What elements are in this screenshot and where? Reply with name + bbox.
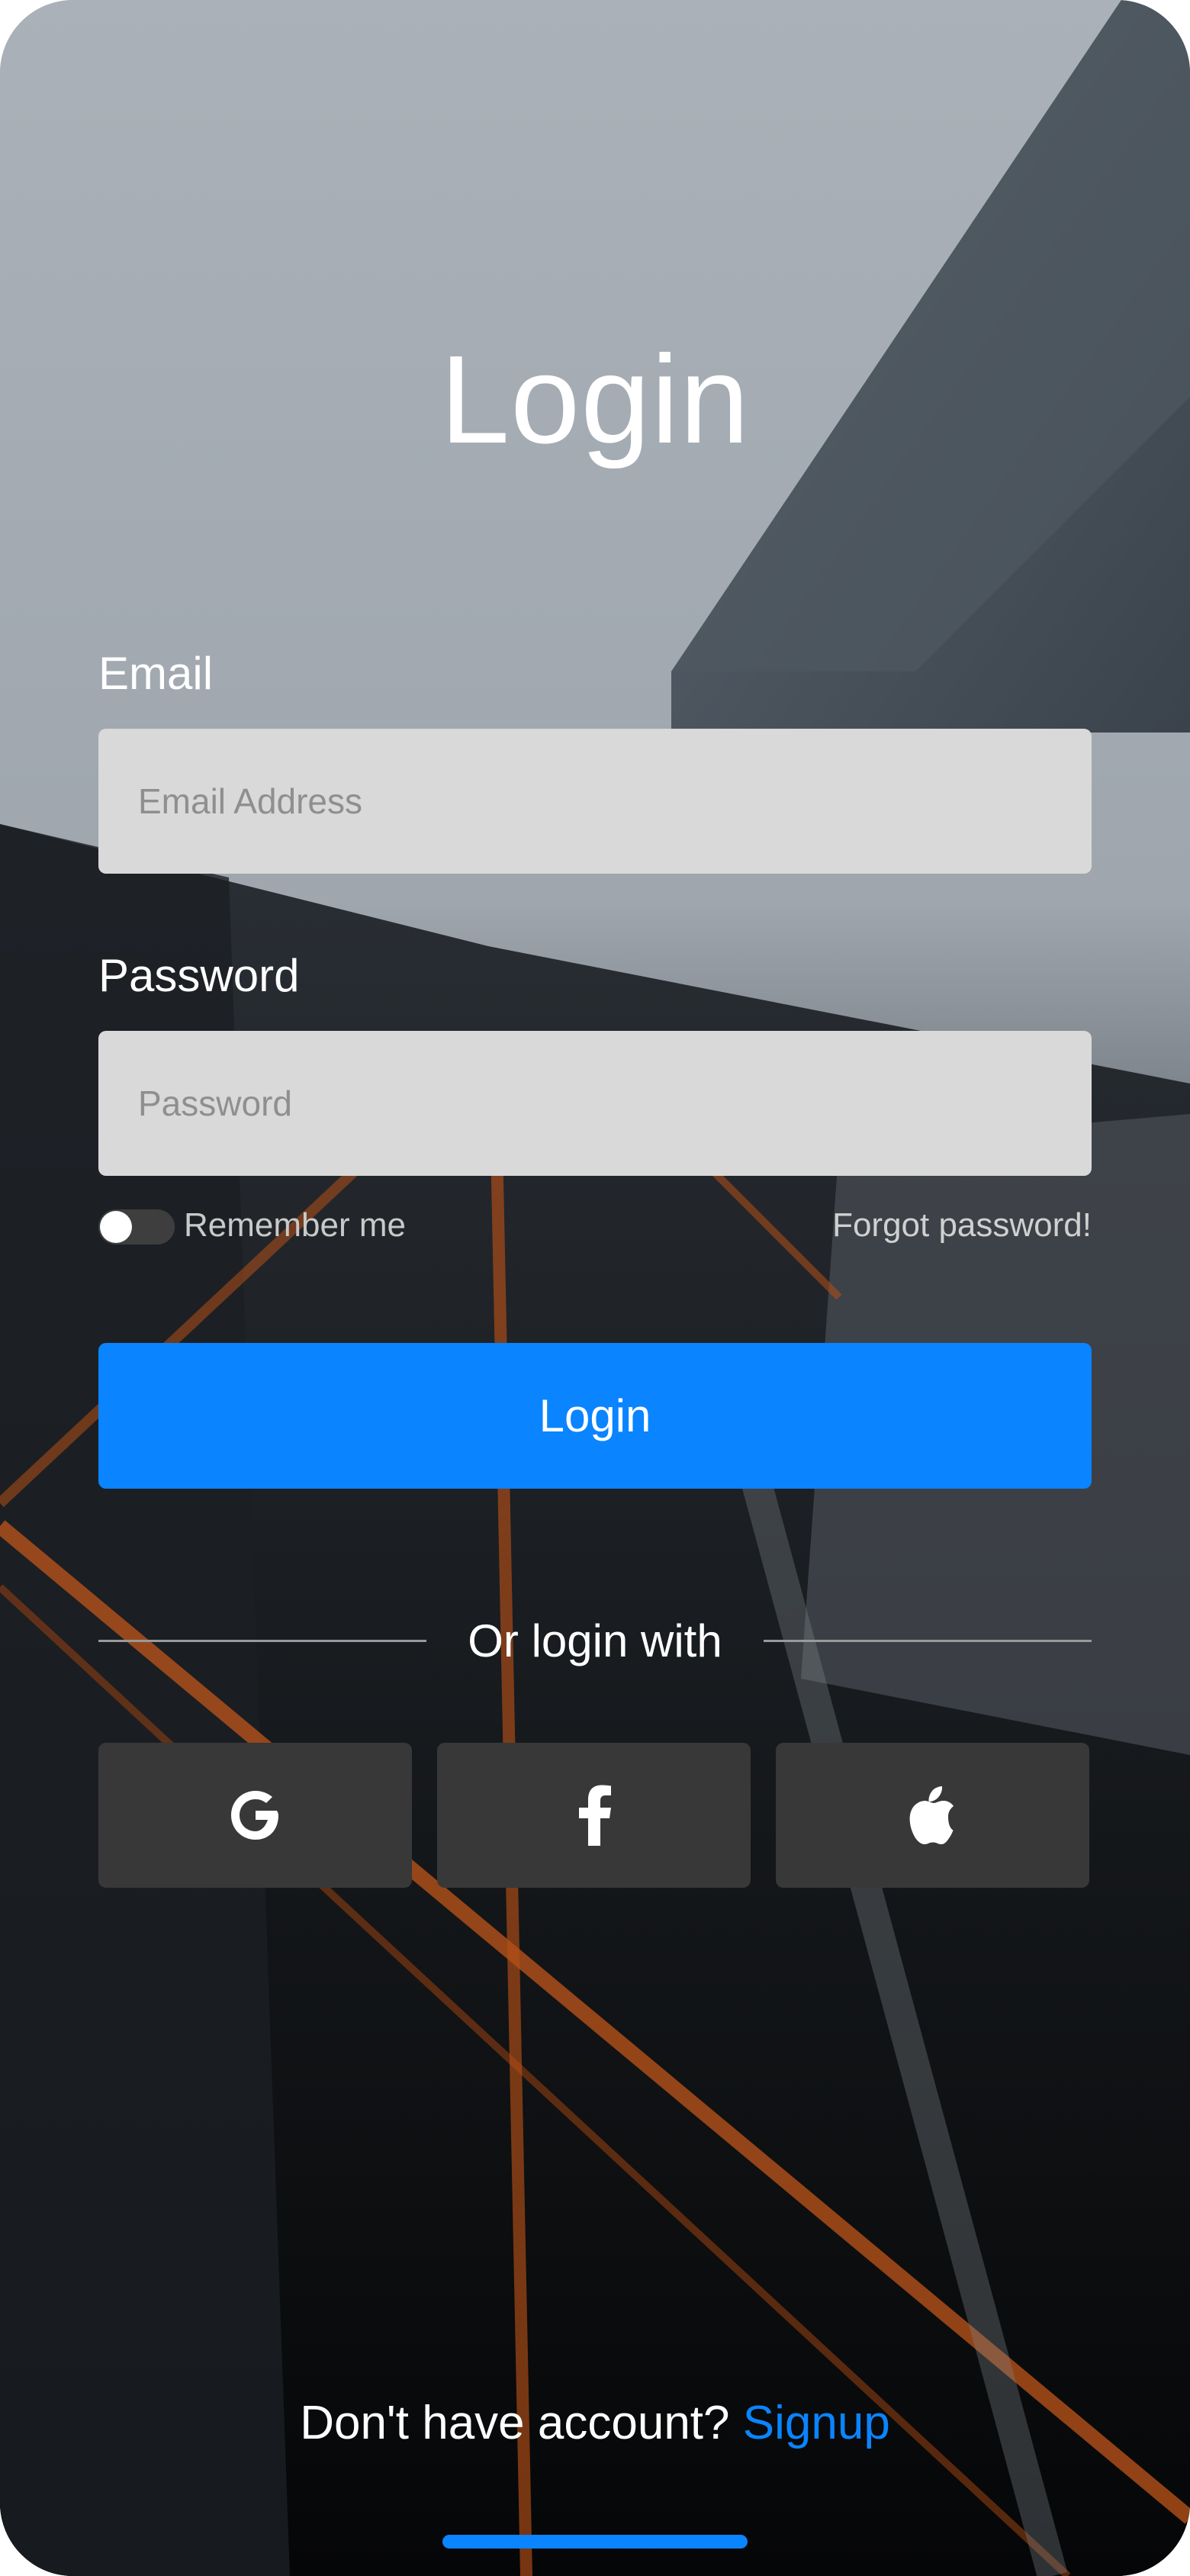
password-label: Password xyxy=(98,950,300,1001)
signup-prompt-row: Don't have account? Signup xyxy=(0,2396,1190,2450)
email-field[interactable] xyxy=(98,729,1092,874)
divider-line-right xyxy=(764,1640,1092,1642)
page-title: Login xyxy=(439,330,751,469)
home-indicator xyxy=(442,2535,748,2549)
facebook-icon xyxy=(578,1785,611,1846)
email-label: Email xyxy=(98,648,214,699)
login-screen: Login Email Password Remember me Forgot … xyxy=(0,0,1190,2576)
remember-me-toggle[interactable] xyxy=(98,1209,175,1245)
signup-link[interactable]: Signup xyxy=(743,2397,890,2449)
login-button[interactable]: Login xyxy=(98,1343,1092,1489)
signup-prompt-text: Don't have account? xyxy=(300,2397,730,2449)
password-field[interactable] xyxy=(98,1031,1092,1176)
remember-me-label: Remember me xyxy=(184,1206,406,1244)
or-login-with-divider: Or login with xyxy=(98,1610,1092,1671)
forgot-password-link[interactable]: Forgot password! xyxy=(832,1206,1092,1245)
apple-login-button[interactable] xyxy=(776,1743,1089,1888)
google-icon xyxy=(230,1791,278,1840)
google-login-button[interactable] xyxy=(98,1743,412,1888)
apple-icon xyxy=(909,1786,954,1844)
login-options-row: Remember me Forgot password! xyxy=(98,1204,1092,1250)
facebook-login-button[interactable] xyxy=(437,1743,751,1888)
toggle-knob xyxy=(100,1211,132,1243)
